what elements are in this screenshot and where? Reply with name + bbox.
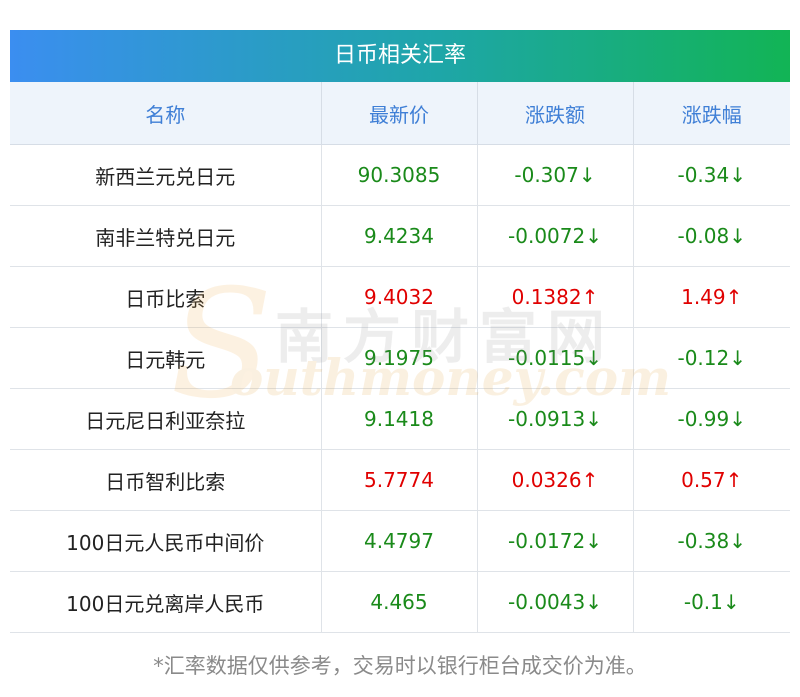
table-row: 日币智利比索 5.7774 0.0326↑ 0.57↑ (10, 449, 790, 511)
header-latest-price: 最新价 (321, 82, 478, 145)
header-change-percent: 涨跌幅 (633, 82, 790, 145)
row-price-cell: 4.4797 (321, 510, 478, 572)
table-title: 日币相关汇率 (10, 30, 790, 82)
row-change-cell: 0.0326↑ (477, 449, 634, 511)
row-price-cell: 90.3085 (321, 144, 478, 206)
table-row: 南非兰特兑日元 9.4234 -0.0072↓ -0.08↓ (10, 205, 790, 267)
row-name-cell: 日元尼日利亚奈拉 (10, 388, 322, 450)
table-row: 日元尼日利亚奈拉 9.1418 -0.0913↓ -0.99↓ (10, 388, 790, 450)
header-name: 名称 (10, 82, 322, 145)
row-change-cell: -0.0172↓ (477, 510, 634, 572)
exchange-rate-table: 名称 最新价 涨跌额 涨跌幅 新西兰元兑日元 90.3085 -0.307↓ -0.3… (10, 82, 790, 633)
row-price-cell: 9.4234 (321, 205, 478, 267)
header-row: 名称 最新价 涨跌额 涨跌幅 (10, 82, 790, 145)
row-price-cell: 9.1975 (321, 327, 478, 389)
row-percent-cell: -0.12↓ (633, 327, 790, 389)
row-name-cell: 日元韩元 (10, 327, 322, 389)
row-name-cell: 100日元兑离岸人民币 (10, 571, 322, 633)
row-name-cell: 南非兰特兑日元 (10, 205, 322, 267)
row-price-cell: 9.4032 (321, 266, 478, 328)
row-percent-cell: 0.57↑ (633, 449, 790, 511)
row-name-cell: 日币智利比索 (10, 449, 322, 511)
table-row: 100日元兑离岸人民币 4.465 -0.0043↓ -0.1↓ (10, 571, 790, 633)
table-row: 新西兰元兑日元 90.3085 -0.307↓ -0.34↓ (10, 144, 790, 206)
row-price-cell: 9.1418 (321, 388, 478, 450)
table-row: 100日元人民币中间价 4.4797 -0.0172↓ -0.38↓ (10, 510, 790, 572)
row-percent-cell: 1.49↑ (633, 266, 790, 328)
row-change-cell: -0.0043↓ (477, 571, 634, 633)
row-price-cell: 5.7774 (321, 449, 478, 511)
table-row: 日元韩元 9.1975 -0.0115↓ -0.12↓ (10, 327, 790, 389)
row-name-cell: 100日元人民币中间价 (10, 510, 322, 572)
row-percent-cell: -0.34↓ (633, 144, 790, 206)
exchange-rate-table-container: 日币相关汇率 名称 最新价 涨跌额 涨跌幅 新西兰元兑日元 90.3085 -0.3… (10, 30, 790, 633)
row-name-cell: 日币比索 (10, 266, 322, 328)
row-percent-cell: -0.08↓ (633, 205, 790, 267)
row-percent-cell: -0.38↓ (633, 510, 790, 572)
header-change-amount: 涨跌额 (477, 82, 634, 145)
row-name-cell: 新西兰元兑日元 (10, 144, 322, 206)
row-change-cell: -0.0072↓ (477, 205, 634, 267)
row-percent-cell: -0.1↓ (633, 571, 790, 633)
row-percent-cell: -0.99↓ (633, 388, 790, 450)
table-row: 日币比索 9.4032 0.1382↑ 1.49↑ (10, 266, 790, 328)
row-change-cell: -0.0913↓ (477, 388, 634, 450)
row-price-cell: 4.465 (321, 571, 478, 633)
row-change-cell: -0.0115↓ (477, 327, 634, 389)
row-change-cell: -0.307↓ (477, 144, 634, 206)
row-change-cell: 0.1382↑ (477, 266, 634, 328)
footnote: *汇率数据仅供参考，交易时以银行柜台成交价为准。 (153, 654, 647, 678)
